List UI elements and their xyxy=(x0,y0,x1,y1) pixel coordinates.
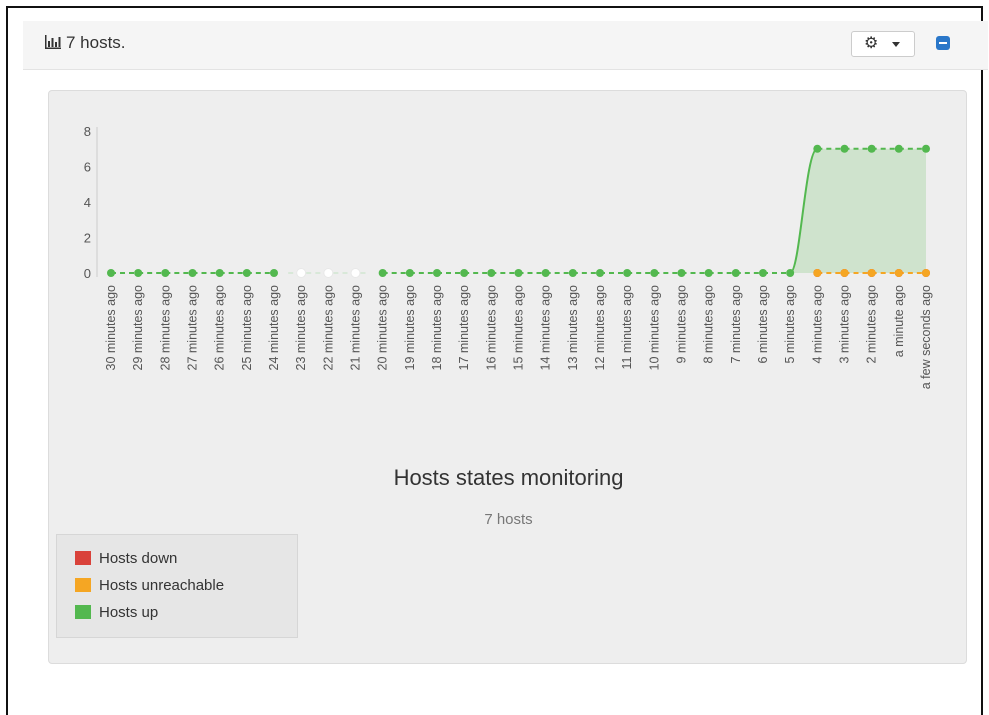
x-tick-label: 27 minutes ago xyxy=(186,285,200,371)
hosts-up-point xyxy=(840,144,849,153)
x-tick-label: 7 minutes ago xyxy=(729,285,743,364)
y-tick-label: 6 xyxy=(84,160,91,175)
chart-title: Hosts states monitoring xyxy=(393,465,624,490)
hosts-up-point xyxy=(541,269,550,277)
legend-swatch xyxy=(75,551,91,565)
hosts-up-point xyxy=(650,269,659,277)
caret-down-icon xyxy=(892,42,900,47)
panel-header: 7 hosts. ⚙ xyxy=(23,21,988,70)
collapse-button[interactable] xyxy=(936,36,950,50)
y-tick-label: 4 xyxy=(84,195,91,210)
hosts-up-point xyxy=(242,269,251,277)
hosts-up-point xyxy=(894,144,903,153)
x-tick-label: 23 minutes ago xyxy=(294,285,308,371)
x-tick-label: 19 minutes ago xyxy=(403,285,417,371)
hosts-up-point xyxy=(215,269,224,277)
hosts-up-point xyxy=(813,144,822,153)
y-tick-label: 8 xyxy=(84,124,91,139)
hosts-up-point xyxy=(623,269,632,277)
hosts-unreachable-point xyxy=(922,269,930,277)
x-tick-label: 11 minutes ago xyxy=(620,285,634,370)
hosts-up-point xyxy=(433,269,441,277)
x-tick-label: 21 minutes ago xyxy=(349,285,363,371)
empty-point xyxy=(350,268,361,278)
hosts-up-point xyxy=(568,269,577,277)
x-tick-label: 9 minutes ago xyxy=(675,285,689,364)
x-tick-label: 24 minutes ago xyxy=(267,285,281,371)
x-tick-label: 10 minutes ago xyxy=(647,285,661,371)
hosts-up-point xyxy=(704,269,713,277)
x-tick-label: 6 minutes ago xyxy=(756,285,770,364)
hosts-up-point xyxy=(731,269,740,277)
x-tick-label: 29 minutes ago xyxy=(131,285,145,371)
hosts-up-point xyxy=(867,144,876,153)
x-tick-label: 20 minutes ago xyxy=(376,285,390,371)
x-tick-label: 26 minutes ago xyxy=(213,285,227,371)
x-tick-label: 18 minutes ago xyxy=(430,285,444,371)
chart-legend: Hosts down Hosts unreachable Hosts up xyxy=(56,534,298,638)
x-tick-label: 14 minutes ago xyxy=(539,285,553,371)
hosts-up-point xyxy=(786,269,795,277)
hosts-up-point xyxy=(134,269,143,277)
hosts-up-point xyxy=(759,269,767,277)
x-tick-label: 28 minutes ago xyxy=(158,285,172,371)
x-tick-label: 4 minutes ago xyxy=(810,285,824,364)
x-tick-label: 22 minutes ago xyxy=(321,285,335,371)
hosts-up-point xyxy=(107,269,115,277)
chart-subtitle: 7 hosts xyxy=(484,511,533,528)
hosts-up-point xyxy=(677,269,686,277)
x-tick-label: 13 minutes ago xyxy=(566,285,580,371)
x-tick-label: 15 minutes ago xyxy=(512,285,526,371)
empty-point xyxy=(296,268,307,278)
x-tick-label: a few seconds ago xyxy=(919,285,933,389)
legend-swatch xyxy=(75,578,91,592)
y-tick-label: 2 xyxy=(84,231,91,246)
legend-label: Hosts down xyxy=(99,550,178,567)
hosts-unreachable-point xyxy=(894,269,903,277)
x-tick-label: a minute ago xyxy=(892,285,906,357)
gear-icon: ⚙ xyxy=(864,35,879,52)
hosts-unreachable-point xyxy=(867,269,876,277)
legend-swatch xyxy=(75,605,91,619)
hosts-up-point xyxy=(460,269,469,277)
hosts-up-point xyxy=(514,269,523,277)
chart-container: 0 2 4 6 8 30 minutes ago 29 minutes ago 28 minu… xyxy=(48,90,967,664)
hosts-up-point xyxy=(405,269,414,277)
hosts-up-point xyxy=(487,269,496,277)
settings-dropdown-button[interactable]: ⚙ xyxy=(851,31,915,57)
minus-icon xyxy=(939,42,947,44)
hosts-up-point xyxy=(922,144,930,153)
hosts-unreachable-point xyxy=(840,269,849,277)
x-tick-label: 3 minutes ago xyxy=(838,285,852,364)
x-tick-label: 30 minutes ago xyxy=(104,285,118,371)
x-tick-label: 8 minutes ago xyxy=(702,285,716,364)
legend-label: Hosts unreachable xyxy=(99,577,225,594)
bar-chart-icon xyxy=(45,35,61,49)
x-tick-label: 12 minutes ago xyxy=(593,285,607,371)
hosts-up-point xyxy=(378,269,387,277)
legend-label: Hosts up xyxy=(99,604,159,621)
x-tick-label: 5 minutes ago xyxy=(783,285,797,364)
x-tick-label: 16 minutes ago xyxy=(484,285,498,371)
empty-point xyxy=(323,268,334,278)
hosts-up-point xyxy=(188,269,197,277)
hosts-up-point xyxy=(270,269,278,277)
hosts-up-point xyxy=(596,269,604,277)
hosts-up-point xyxy=(161,269,170,277)
x-tick-label: 2 minutes ago xyxy=(865,285,879,364)
y-tick-label: 0 xyxy=(84,266,91,281)
hosts-unreachable-point xyxy=(813,269,822,277)
panel-title: 7 hosts. xyxy=(66,33,126,52)
x-tick-label: 25 minutes ago xyxy=(240,285,254,371)
x-tick-label: 17 minutes ago xyxy=(457,285,471,371)
